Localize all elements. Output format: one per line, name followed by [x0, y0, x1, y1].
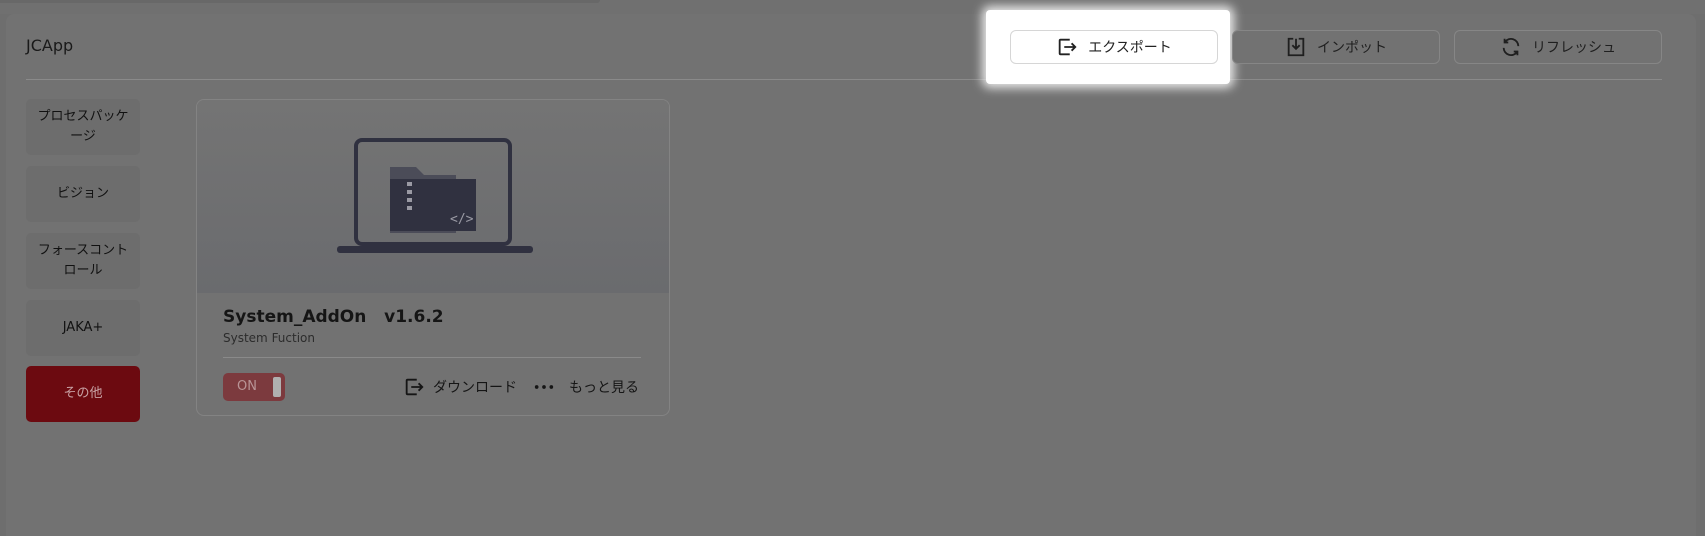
app-version: v1.6.2 [384, 307, 444, 327]
sidebar-item-vision[interactable]: ビジョン [26, 166, 140, 222]
refresh-button[interactable]: リフレッシュ [1454, 30, 1662, 64]
app-name: System_AddOn [223, 307, 367, 327]
enable-toggle[interactable]: ON [223, 373, 285, 401]
sidebar-item-others[interactable]: その他 [26, 366, 140, 422]
refresh-label: リフレッシュ [1532, 40, 1616, 56]
app-card: </> System_AddOn v1.6.2 System Fuction O… [196, 99, 670, 416]
sidebar-item-label: ビジョン [56, 186, 109, 201]
more-button[interactable]: もっと見る [533, 376, 639, 398]
header-divider [26, 79, 1662, 80]
more-label: もっと見る [569, 380, 639, 396]
refresh-icon [1502, 38, 1520, 56]
sidebar-item-label: プロセスパッケージ [37, 109, 129, 144]
import-button[interactable]: インポット [1232, 30, 1440, 64]
top-strip [0, 0, 1705, 14]
tab-shadow [0, 0, 600, 3]
toggle-knob [273, 377, 281, 397]
sidebar-item-label: JAKA+ [62, 320, 104, 335]
app-thumbnail: </> [197, 100, 669, 293]
sidebar-item-label: その他 [63, 386, 103, 401]
sidebar-item-process-package[interactable]: プロセスパッケージ [26, 99, 140, 155]
export-icon [1058, 38, 1077, 56]
app-description: System Fuction [223, 331, 315, 345]
download-button[interactable]: ダウンロード [403, 376, 517, 398]
import-icon [1287, 37, 1305, 57]
app-title: JCApp [26, 36, 74, 55]
card-divider [223, 357, 641, 358]
sidebar-item-jaka-plus[interactable]: JAKA+ [26, 300, 140, 356]
export-label: エクスポート [1088, 40, 1172, 56]
download-icon [405, 378, 424, 396]
import-label: インポット [1317, 40, 1387, 56]
download-label: ダウンロード [433, 380, 517, 396]
app-name-row: System_AddOn v1.6.2 [223, 307, 444, 327]
ellipsis-icon [534, 385, 554, 389]
laptop-folder-icon: </> [337, 138, 533, 253]
export-button[interactable]: エクスポート [1010, 30, 1218, 64]
sidebar-item-force-control[interactable]: フォースコントロール [26, 233, 140, 289]
toggle-label: ON [237, 379, 257, 394]
svg-text:</>: </> [450, 212, 474, 227]
sidebar-item-label: フォースコントロール [37, 243, 129, 278]
